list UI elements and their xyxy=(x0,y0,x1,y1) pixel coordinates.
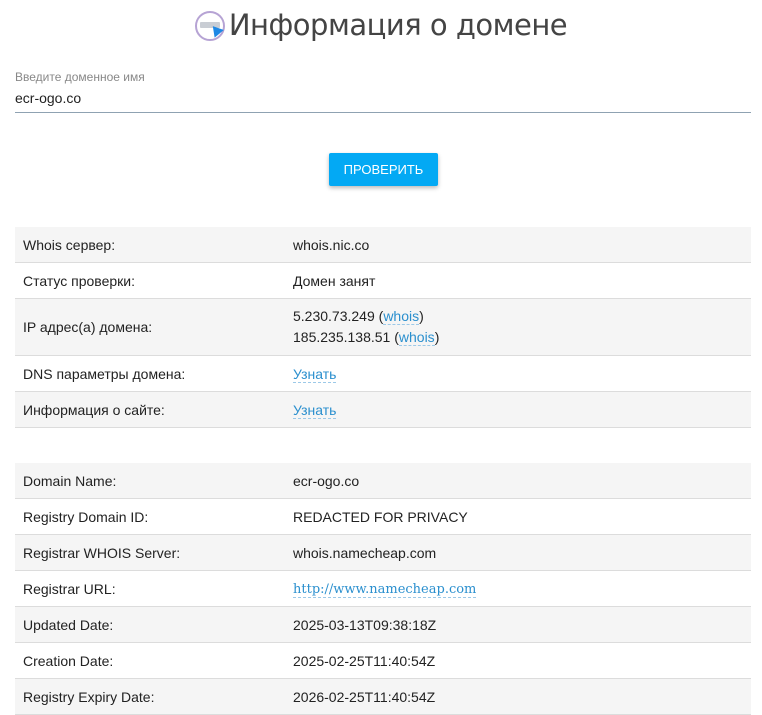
table-row: Whois сервер: whois.nic.co xyxy=(15,227,751,263)
ip-label: IP адрес(а) домена: xyxy=(15,298,285,356)
table-row: Registrar WHOIS Server: whois.namecheap.… xyxy=(15,534,751,571)
page-title: Информация о домене xyxy=(228,8,568,42)
status-value: Домен занят xyxy=(285,262,751,299)
page-header: Информация о домене xyxy=(0,0,762,50)
status-label: Статус проверки: xyxy=(15,262,285,299)
whois-field-value: 2025-02-25T11:40:54Z xyxy=(285,642,751,679)
table-row: Информация о сайте: Узнать xyxy=(15,391,751,428)
table-row: Статус проверки: Домен занят xyxy=(15,262,751,299)
ip-list: 5.230.73.249 (whois) 185.235.138.51 (who… xyxy=(285,298,751,356)
whois-table: Domain Name: ecr-ogo.co Registry Domain … xyxy=(15,463,751,715)
summary-table: Whois сервер: whois.nic.co Статус провер… xyxy=(15,227,751,428)
whois-field-label: Creation Date: xyxy=(15,642,285,679)
domain-search-icon xyxy=(194,11,225,41)
whois-field-label: Updated Date: xyxy=(15,606,285,643)
ip-whois-link[interactable]: whois xyxy=(398,329,435,346)
whois-field-value: ecr-ogo.co xyxy=(285,463,751,499)
table-row: Domain Name: ecr-ogo.co xyxy=(15,463,751,499)
ip-whois-link[interactable]: whois xyxy=(383,308,420,325)
check-button[interactable]: ПРОВЕРИТЬ xyxy=(329,153,438,186)
whois-server-label: Whois сервер: xyxy=(15,227,285,263)
whois-server-value: whois.nic.co xyxy=(285,227,751,263)
domain-field: Введите доменное имя xyxy=(15,70,751,113)
whois-field-label: Registrar URL: xyxy=(15,570,285,607)
table-row: Registry Expiry Date: 2026-02-25T11:40:5… xyxy=(15,678,751,715)
table-row: Registry Domain ID: REDACTED FOR PRIVACY xyxy=(15,498,751,535)
whois-field-value: 2026-02-25T11:40:54Z xyxy=(285,678,751,715)
whois-field-value: 2025-03-13T09:38:18Z xyxy=(285,606,751,643)
table-row: IP адрес(а) домена: 5.230.73.249 (whois)… xyxy=(15,298,751,356)
whois-field-label: Domain Name: xyxy=(15,463,285,499)
ip-address: 185.235.138.51 xyxy=(293,329,391,345)
site-info-link[interactable]: Узнать xyxy=(293,401,337,419)
dns-link[interactable]: Узнать xyxy=(293,365,337,383)
whois-field-label: Registry Expiry Date: xyxy=(15,678,285,715)
whois-field-label: Registrar WHOIS Server: xyxy=(15,534,285,571)
whois-field-value: REDACTED FOR PRIVACY xyxy=(285,498,751,535)
domain-field-label: Введите доменное имя xyxy=(15,70,145,84)
table-row: Creation Date: 2025-02-25T11:40:54Z xyxy=(15,642,751,679)
domain-input[interactable] xyxy=(15,90,751,113)
table-row: DNS параметры домена: Узнать xyxy=(15,355,751,392)
site-info-label: Информация о сайте: xyxy=(15,391,285,428)
whois-field-label: Registry Domain ID: xyxy=(15,498,285,535)
ip-address: 5.230.73.249 xyxy=(293,308,375,324)
dns-label: DNS параметры домена: xyxy=(15,355,285,392)
table-row: Registrar URL: http://www.namecheap.com xyxy=(15,570,751,607)
registrar-url-link[interactable]: http://www.namecheap.com xyxy=(293,582,477,598)
whois-field-value: whois.namecheap.com xyxy=(285,534,751,571)
table-row: Updated Date: 2025-03-13T09:38:18Z xyxy=(15,606,751,643)
